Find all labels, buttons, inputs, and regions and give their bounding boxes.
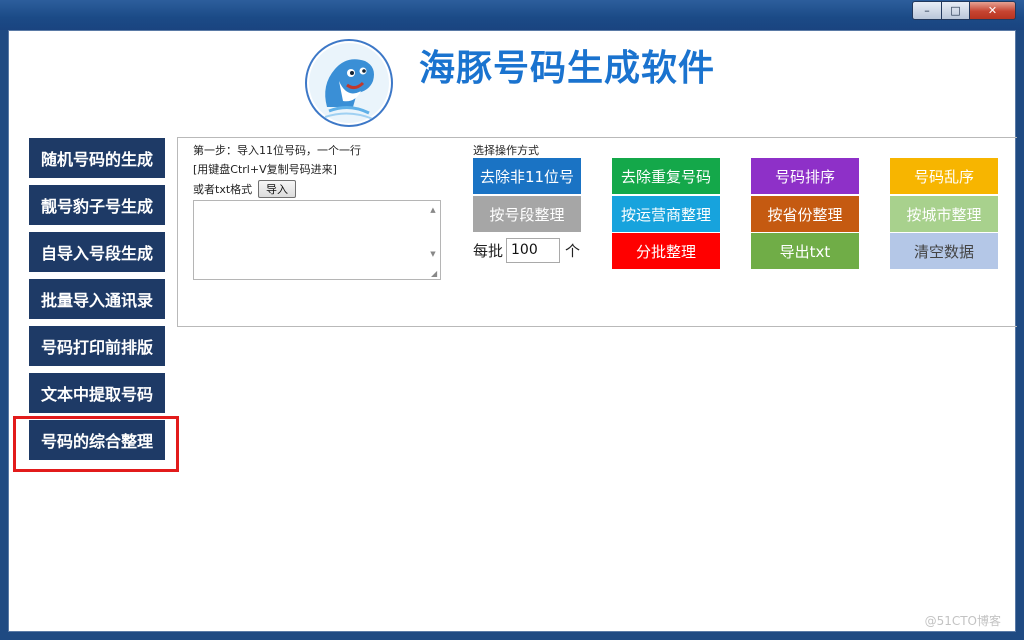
sidebar-item-contacts-import[interactable]: 批量导入通讯录 <box>29 279 165 319</box>
resize-grip-icon[interactable]: ◢ <box>431 270 439 278</box>
sidebar-item-prefix-import[interactable]: 自导入号段生成 <box>29 232 165 272</box>
watermark: @51CTO博客 <box>924 614 1001 628</box>
app-client-area: 海豚号码生成软件 随机号码的生成 靓号豹子号生成 自导入号段生成 批量导入通讯录… <box>8 30 1017 632</box>
sidebar-item-vanity-number[interactable]: 靓号豹子号生成 <box>29 185 165 225</box>
operations-label: 选择操作方式 <box>473 144 539 157</box>
sidebar-item-extract-from-text[interactable]: 文本中提取号码 <box>29 373 165 413</box>
export-txt-button[interactable]: 导出txt <box>751 233 859 269</box>
batch-suffix-label: 个 <box>565 242 581 260</box>
clear-data-button[interactable]: 清空数据 <box>890 233 998 269</box>
paste-hint: [用键盘Ctrl+V复制号码进来] <box>193 163 337 176</box>
close-button[interactable]: ✕ <box>970 1 1016 20</box>
dolphin-logo-icon <box>305 39 393 127</box>
step-instruction: 第一步：导入11位号码，一个一行 <box>193 144 361 157</box>
batch-split-button[interactable]: 分批整理 <box>612 233 720 269</box>
sort-by-carrier-button[interactable]: 按运营商整理 <box>612 196 720 232</box>
number-input-textarea[interactable]: ▲ ▼ ◢ <box>193 200 441 280</box>
app-title: 海豚号码生成软件 <box>419 48 716 89</box>
scroll-down-icon[interactable]: ▼ <box>428 249 438 259</box>
remove-duplicates-button[interactable]: 去除重复号码 <box>612 158 720 194</box>
sidebar-item-random-generate[interactable]: 随机号码的生成 <box>29 138 165 178</box>
sidebar-item-print-layout[interactable]: 号码打印前排版 <box>29 326 165 366</box>
batch-prefix-label: 每批 <box>473 242 504 260</box>
selection-highlight-box <box>13 416 179 472</box>
sort-by-prefix-button[interactable]: 按号段整理 <box>473 196 581 232</box>
work-panel: 第一步：导入11位号码，一个一行 [用键盘Ctrl+V复制号码进来] 或者txt… <box>177 137 1017 327</box>
shuffle-numbers-button[interactable]: 号码乱序 <box>890 158 998 194</box>
window-titlebar: – □ ✕ <box>0 0 1024 30</box>
txt-format-label: 或者txt格式 <box>193 183 253 196</box>
sort-by-province-button[interactable]: 按省份整理 <box>751 196 859 232</box>
import-button[interactable]: 导入 <box>258 180 296 198</box>
sort-numbers-button[interactable]: 号码排序 <box>751 158 859 194</box>
sort-by-city-button[interactable]: 按城市整理 <box>890 196 998 232</box>
minimize-button[interactable]: – <box>912 1 942 20</box>
scroll-up-icon[interactable]: ▲ <box>428 205 438 215</box>
batch-size-input[interactable]: 100 <box>506 238 560 263</box>
maximize-button[interactable]: □ <box>942 1 970 20</box>
remove-non-11-digit-button[interactable]: 去除非11位号 <box>473 158 581 194</box>
window-controls: – □ ✕ <box>912 1 1016 20</box>
